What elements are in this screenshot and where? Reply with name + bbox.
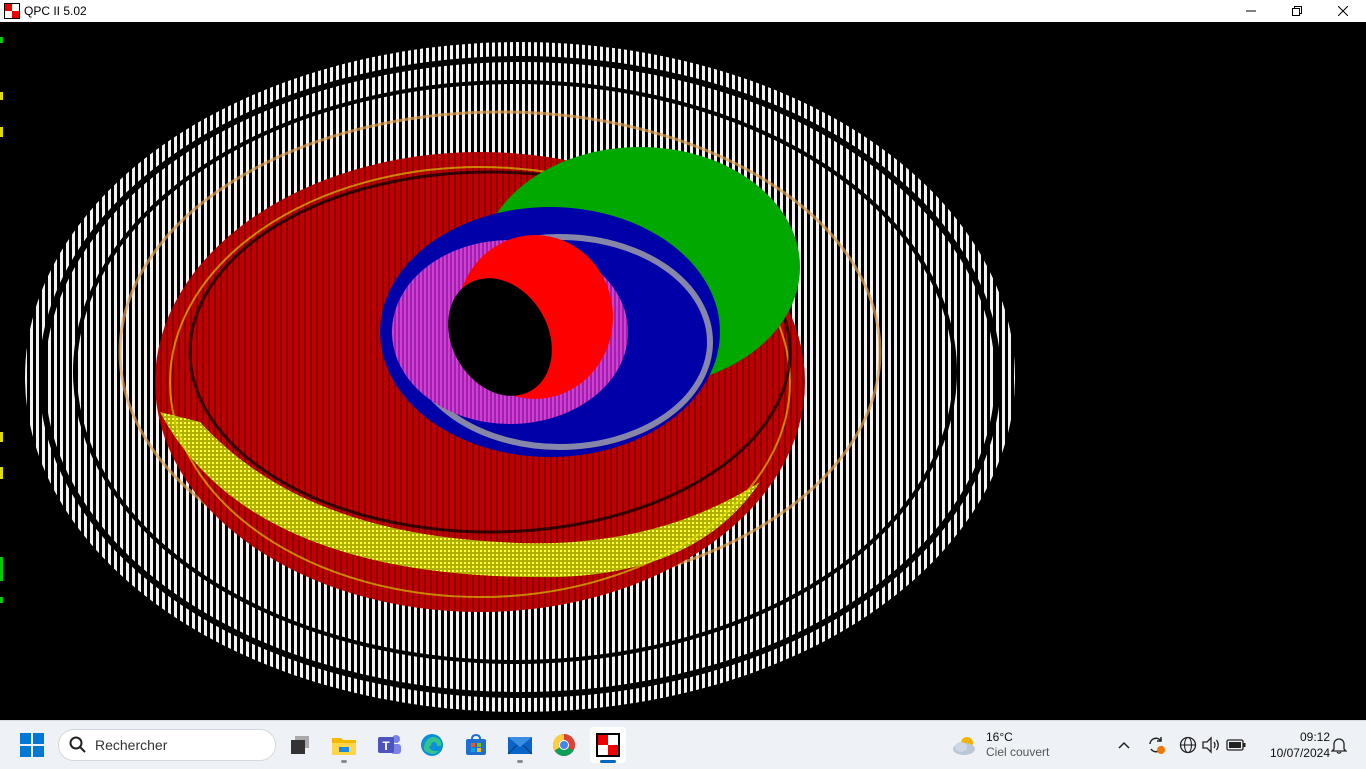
taskbar-mail[interactable]: [502, 727, 538, 763]
vortex-graphic: [0, 37, 1015, 712]
tray-volume[interactable]: [1199, 733, 1223, 757]
store-icon: [466, 733, 486, 755]
restore-icon: [1292, 6, 1302, 16]
weather-description: Ciel couvert: [986, 745, 1050, 759]
taskbar-qpc[interactable]: [590, 727, 626, 763]
tray-network[interactable]: [1176, 733, 1200, 757]
taskbar: Rechercher T 16°C Ciel couvert 09:12 10/…: [0, 720, 1366, 769]
chrome-icon: [553, 734, 575, 756]
qpc-icon: [596, 733, 620, 757]
weather-widget[interactable]: 16°C Ciel couvert: [952, 729, 1049, 761]
battery-icon: [1226, 739, 1246, 751]
weather-temperature: 16°C: [986, 730, 1013, 744]
taskbar-edge[interactable]: [414, 727, 450, 763]
running-indicator: [517, 760, 523, 763]
chevron-up-icon: [1118, 741, 1130, 749]
folder-icon: [332, 738, 356, 755]
close-icon: [1338, 6, 1348, 16]
taskbar-microsoft-store[interactable]: [458, 727, 494, 763]
tray-battery[interactable]: [1224, 733, 1248, 757]
taskbar-task-view[interactable]: [282, 727, 318, 763]
sync-icon: [1149, 737, 1165, 754]
bell-icon: [1331, 738, 1347, 754]
speaker-icon: [1202, 736, 1219, 754]
emulator-screen[interactable]: [0, 22, 1366, 720]
restore-button[interactable]: [1274, 0, 1320, 22]
window-title: QPC II 5.02: [24, 4, 87, 18]
edge-icon: [421, 734, 443, 756]
active-indicator: [600, 760, 616, 763]
notifications-button[interactable]: [1327, 733, 1351, 757]
taskbar-file-explorer[interactable]: [326, 727, 362, 763]
taskbar-search-box[interactable]: Rechercher: [58, 729, 276, 761]
search-placeholder: Rechercher: [95, 737, 168, 753]
clock-time: 09:12: [1299, 730, 1330, 744]
taskbar-chrome[interactable]: [546, 727, 582, 763]
show-hidden-icons-button[interactable]: [1112, 733, 1136, 757]
minimize-button[interactable]: [1228, 0, 1274, 22]
tray-sync[interactable]: [1144, 733, 1168, 757]
running-indicator: [341, 760, 347, 763]
globe-icon: [1179, 736, 1197, 754]
windows-logo-icon: [20, 733, 44, 757]
qpc-app-icon[interactable]: [4, 3, 20, 19]
svg-text:T: T: [382, 739, 390, 753]
mail-icon: [507, 737, 533, 755]
teams-icon: T: [378, 735, 401, 754]
task-view-icon: [291, 736, 309, 754]
cloudy-weather-icon: [953, 737, 975, 755]
taskbar-teams[interactable]: T: [371, 727, 407, 763]
clock-date: 10/07/2024: [1269, 746, 1330, 760]
search-icon: [69, 736, 86, 753]
minimize-icon: [1246, 10, 1256, 12]
title-bar: QPC II 5.02: [0, 0, 1366, 22]
taskbar-clock[interactable]: 09:12 10/07/2024: [1252, 729, 1330, 761]
start-button[interactable]: [12, 731, 52, 759]
close-button[interactable]: [1320, 0, 1366, 22]
